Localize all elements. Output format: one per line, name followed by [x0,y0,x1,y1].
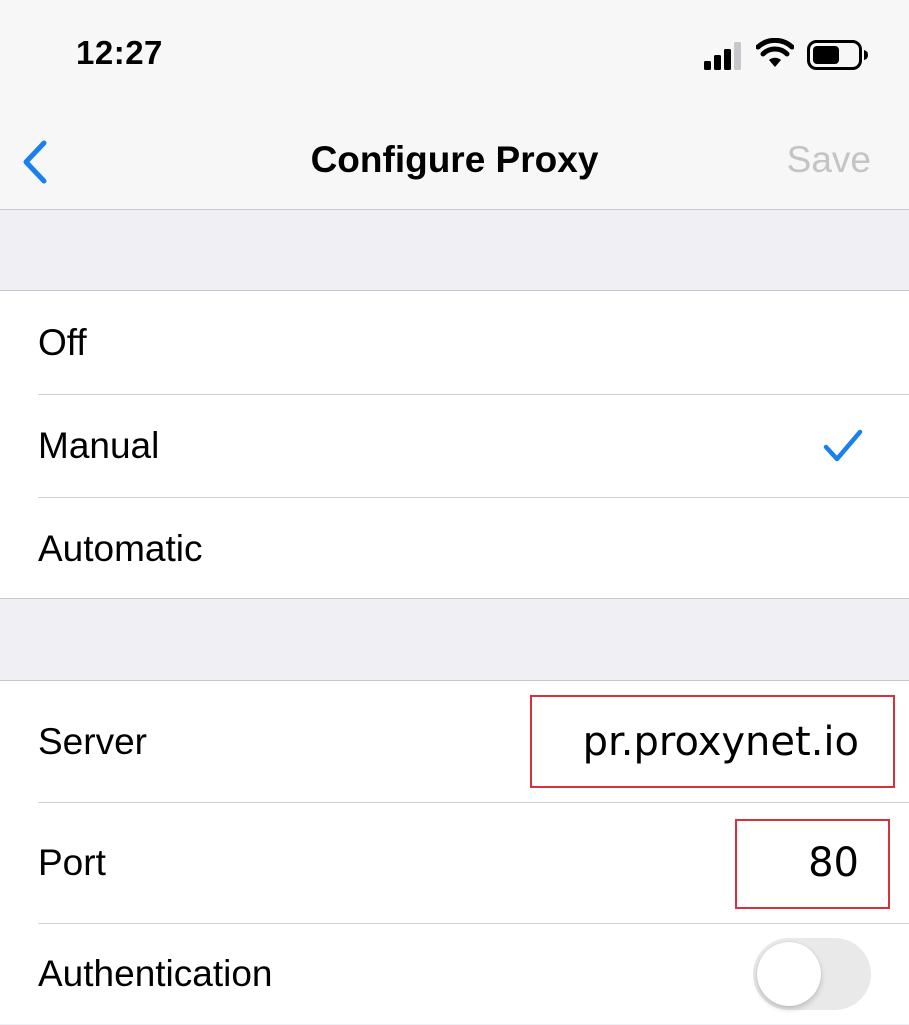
proxy-mode-label: Automatic [38,527,203,569]
page-title: Configure Proxy [310,139,599,180]
proxy-mode-automatic[interactable]: Automatic [0,497,909,600]
checkmark-icon [823,429,863,461]
server-label: Server [38,720,147,762]
authentication-row: Authentication [0,923,909,1025]
battery-icon [807,40,868,70]
navigation-bar: Configure Proxy Save [0,105,909,210]
wifi-icon [756,38,794,67]
proxy-mode-list: Off Manual Automatic [0,290,909,599]
authentication-toggle[interactable] [753,938,871,1010]
port-field[interactable]: 80 [808,840,859,886]
status-time: 12:27 [76,34,163,71]
save-button[interactable]: Save [787,139,871,181]
cellular-signal-icon [704,42,741,70]
proxy-mode-label: Off [38,321,87,363]
status-bar: 12:27 [0,0,909,105]
proxy-mode-off[interactable]: Off [0,291,909,394]
toggle-knob [757,942,821,1006]
manual-proxy-settings: Server pr.proxynet.io Port 80 Authentica… [0,680,909,1024]
server-field[interactable]: pr.proxynet.io [583,719,859,765]
proxy-mode-label: Manual [38,424,160,466]
proxy-mode-manual[interactable]: Manual [0,394,909,497]
port-label: Port [38,841,106,883]
port-row: Port 80 [0,802,909,923]
server-row: Server pr.proxynet.io [0,681,909,802]
authentication-label: Authentication [38,953,273,994]
